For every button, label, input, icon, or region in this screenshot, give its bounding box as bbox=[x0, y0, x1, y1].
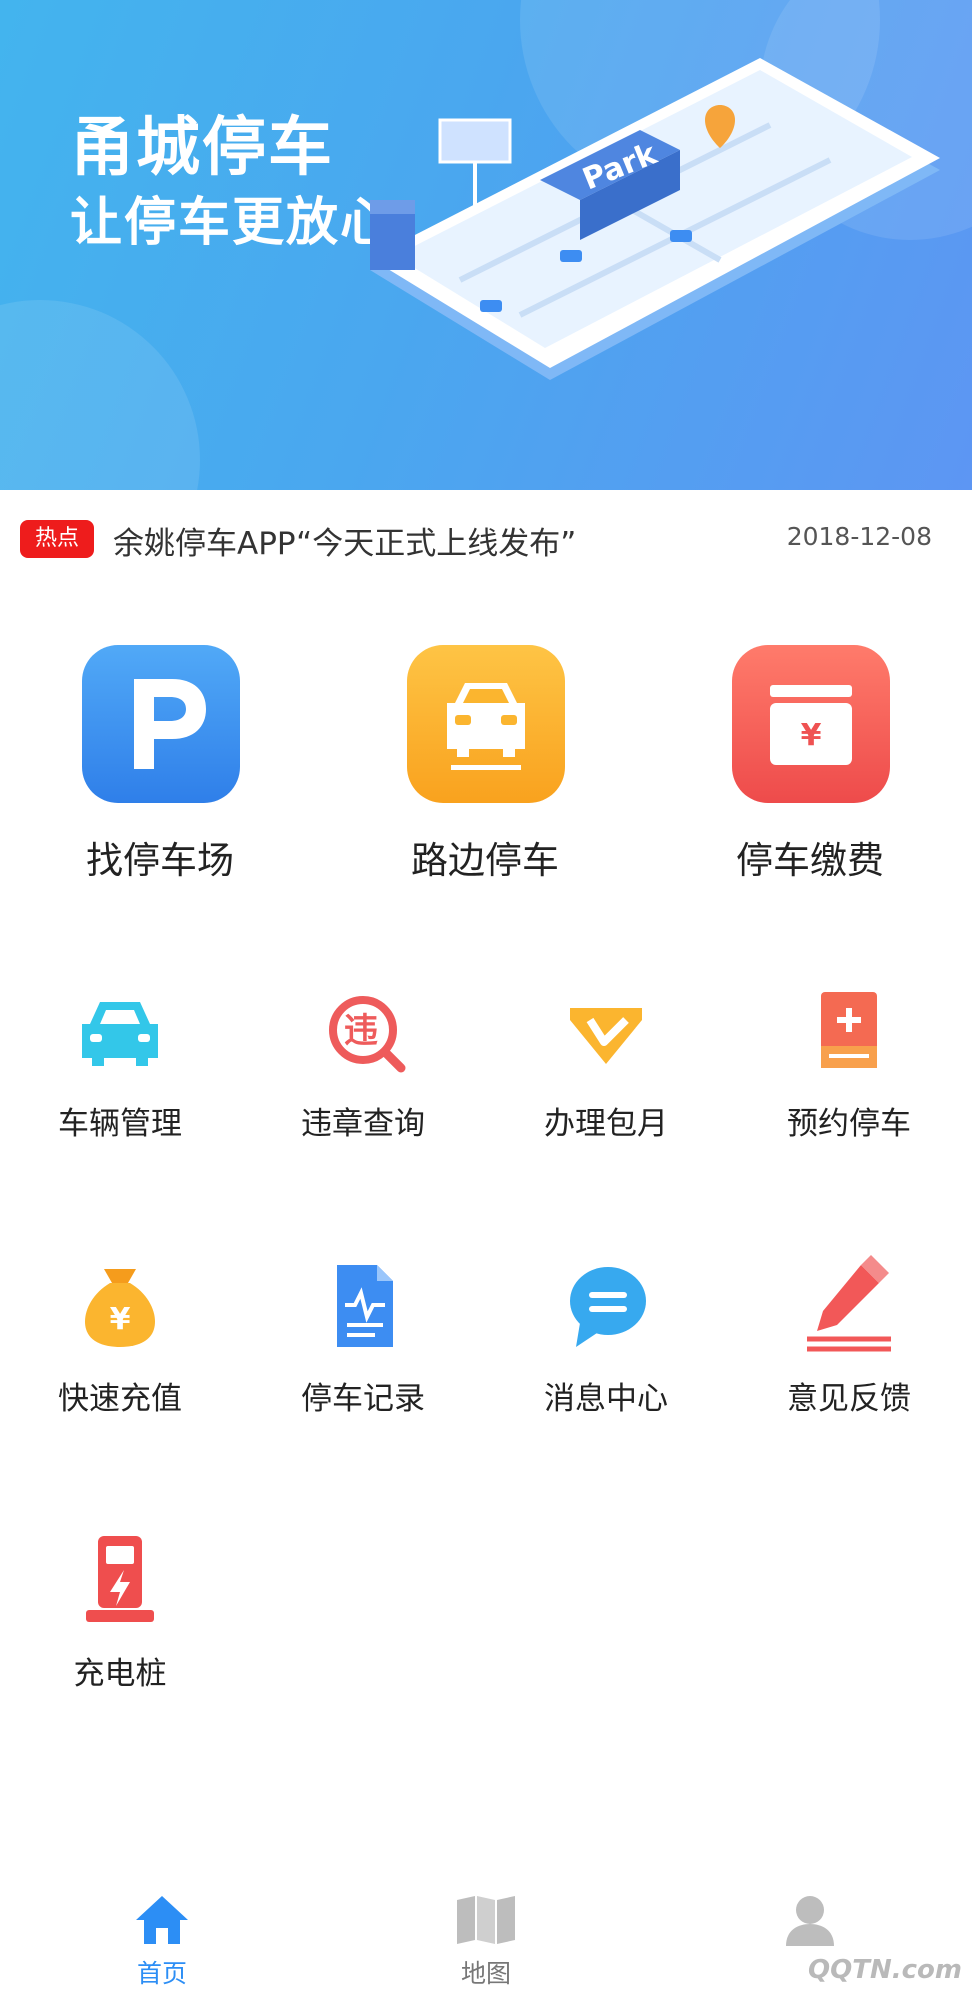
svg-text:¥: ¥ bbox=[110, 1302, 131, 1337]
nav-home-label: 首页 bbox=[136, 1959, 187, 1988]
parking-record-button[interactable]: 停车记录 bbox=[263, 1255, 463, 1435]
quick-recharge-button[interactable]: ¥ 快速充值 bbox=[20, 1255, 220, 1435]
booking-icon bbox=[821, 992, 877, 1068]
monthly-pass-button[interactable]: 办理包月 bbox=[506, 980, 706, 1160]
parking-payment-button[interactable]: ¥ 停车缴费 bbox=[690, 645, 930, 885]
violation-query-button[interactable]: 违 违章查询 bbox=[263, 980, 463, 1160]
vehicle-management-button[interactable]: 车辆管理 bbox=[20, 980, 220, 1160]
feedback-label: 意见反馈 bbox=[787, 1381, 911, 1417]
message-bubble-icon bbox=[570, 1267, 646, 1347]
parking-record-label: 停车记录 bbox=[301, 1381, 425, 1417]
nav-home[interactable]: 首页 bbox=[72, 1894, 252, 1994]
reserve-parking-button[interactable]: 预约停车 bbox=[749, 980, 949, 1160]
svg-text:¥: ¥ bbox=[801, 718, 822, 753]
hot-tag: 热点 bbox=[20, 520, 94, 558]
phone-parking-illustration-icon: Park bbox=[370, 58, 940, 380]
feedback-pencil-icon bbox=[807, 1255, 891, 1352]
money-bag-icon: ¥ bbox=[85, 1269, 155, 1347]
nav-map[interactable]: 地图 bbox=[396, 1894, 576, 1994]
news-date: 2018-12-08 bbox=[786, 522, 932, 551]
find-parking-lot-label: 找停车场 bbox=[86, 839, 234, 882]
find-parking-lot-button[interactable]: 找停车场 bbox=[40, 645, 280, 885]
reserve-parking-label: 预约停车 bbox=[787, 1106, 911, 1142]
roadside-parking-label: 路边停车 bbox=[411, 839, 559, 882]
car-front-icon bbox=[407, 645, 565, 803]
banner-title: 甬城停车 bbox=[70, 111, 334, 185]
user-icon bbox=[786, 1896, 834, 1946]
record-document-icon bbox=[337, 1265, 393, 1347]
vehicle-management-label: 车辆管理 bbox=[58, 1106, 182, 1142]
message-center-button[interactable]: 消息中心 bbox=[506, 1255, 706, 1435]
banner[interactable]: 甬城停车 让停车更放心! Park bbox=[0, 0, 972, 490]
parking-p-icon bbox=[82, 645, 240, 803]
news-ticker[interactable]: 热点 余姚停车APP“今天正式上线发布” 2018-12-08 bbox=[0, 490, 972, 600]
message-center-label: 消息中心 bbox=[544, 1381, 668, 1417]
svg-text:违: 违 bbox=[344, 1011, 378, 1051]
map-icon bbox=[457, 1896, 515, 1944]
monthly-pass-label: 办理包月 bbox=[544, 1106, 668, 1142]
home-icon bbox=[136, 1896, 188, 1944]
wallet-yen-icon: ¥ bbox=[732, 645, 890, 803]
violation-search-icon: 违 bbox=[329, 996, 406, 1073]
violation-query-label: 违章查询 bbox=[301, 1106, 425, 1142]
quick-recharge-label: 快速充值 bbox=[58, 1381, 182, 1417]
charging-pile-icon bbox=[86, 1536, 154, 1622]
feedback-button[interactable]: 意见反馈 bbox=[749, 1255, 949, 1435]
parking-payment-label: 停车缴费 bbox=[736, 839, 884, 882]
car-icon bbox=[82, 1002, 158, 1066]
charging-pile-button[interactable]: 充电桩 bbox=[20, 1530, 220, 1710]
vip-diamond-icon bbox=[570, 1008, 642, 1064]
charging-pile-label: 充电桩 bbox=[73, 1656, 167, 1692]
watermark-logo: QQTN.com bbox=[808, 1955, 962, 1985]
nav-map-label: 地图 bbox=[460, 1959, 511, 1988]
banner-decor bbox=[0, 300, 200, 490]
roadside-parking-button[interactable]: 路边停车 bbox=[365, 645, 605, 885]
news-headline[interactable]: 余姚停车APP“今天正式上线发布” bbox=[113, 518, 576, 563]
